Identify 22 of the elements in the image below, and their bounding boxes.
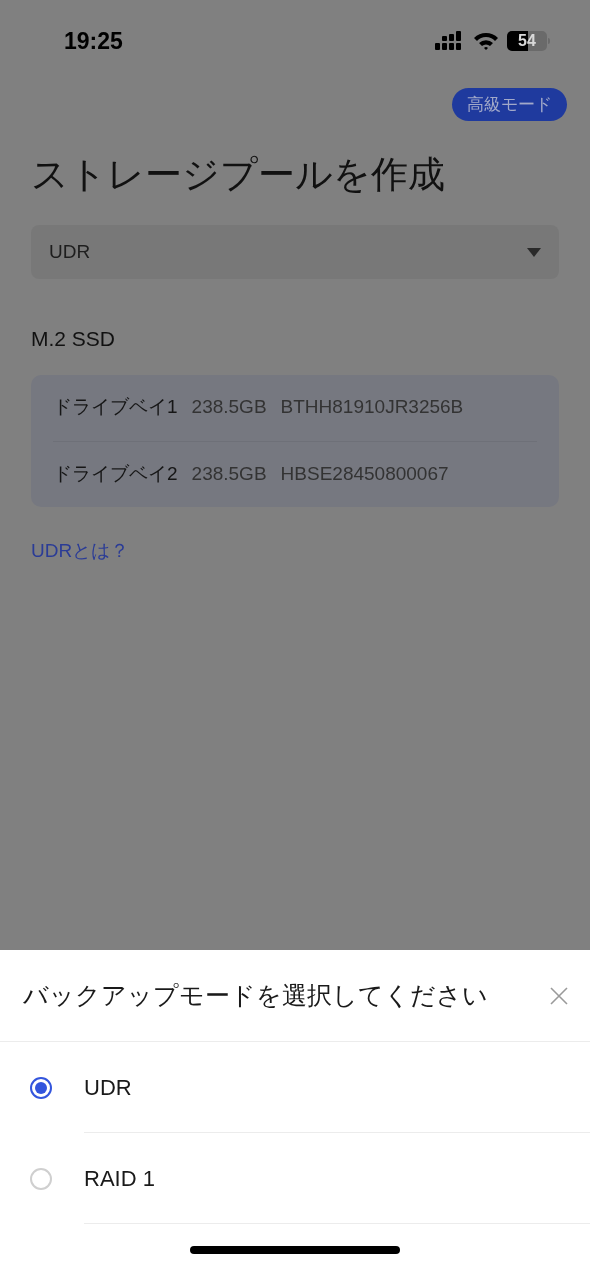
option-row[interactable]: UDR (0, 1042, 590, 1133)
drive-name: ドライブベイ2 (53, 461, 178, 486)
option-label: UDR (84, 1073, 132, 1102)
status-time: 19:25 (64, 26, 123, 56)
battery-indicator: 54 (507, 31, 547, 51)
section-title: M.2 SSD (31, 326, 117, 352)
caret-icon (527, 247, 541, 257)
mode-dropdown[interactable]: UDR (31, 225, 559, 279)
drive-size: 238.5GB (191, 461, 267, 486)
drive-size: 238.5GB (191, 395, 267, 420)
option-row[interactable]: RAID 1 (0, 1133, 590, 1224)
option-label: RAID 1 (84, 1164, 155, 1193)
drive-name: ドライブベイ1 (53, 395, 178, 420)
sheet-title: バックアップモードを選択してください (23, 979, 488, 1011)
drive-serial: BTHH81910JR3256B (280, 395, 464, 420)
help-link[interactable]: UDRとは？ (31, 536, 559, 565)
advanced-mode-button[interactable]: 高級モード (452, 88, 567, 121)
close-icon[interactable] (550, 986, 568, 1005)
wifi-icon (473, 31, 499, 51)
radio-button[interactable] (30, 1076, 52, 1099)
drive-serial: HBSE28450800067 (280, 461, 449, 486)
page-title: ストレージプールを作成 (31, 153, 446, 197)
